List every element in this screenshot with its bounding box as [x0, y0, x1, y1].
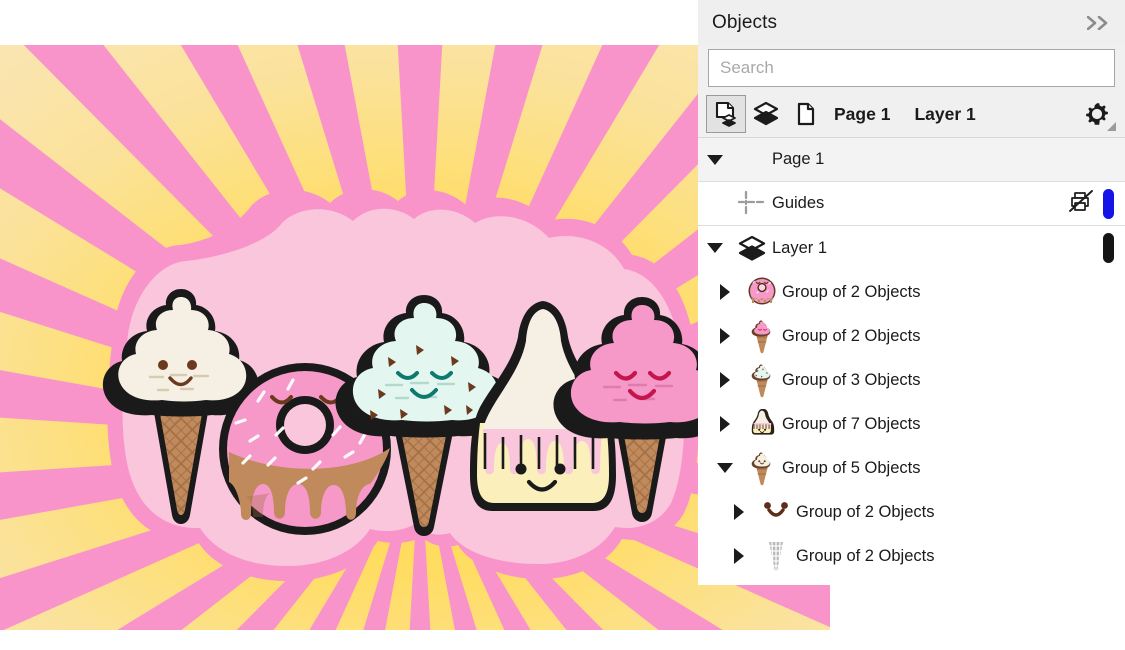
object-tree[interactable]: Page 1 Guides Layer 1 Group of 2: [698, 137, 1125, 585]
disclosure-triangle-expanded-icon[interactable]: [698, 243, 732, 253]
layers-icon[interactable]: [746, 95, 786, 133]
tree-row[interactable]: Group of 2 Objects: [698, 534, 1125, 578]
page-and-layers-icon[interactable]: [706, 95, 746, 133]
tree-row[interactable]: Layer 1: [698, 226, 1125, 270]
disclosure-triangle-expanded-icon[interactable]: [698, 155, 732, 165]
tree-row-label: Guides: [772, 194, 824, 213]
disclosure-triangle-collapsed-icon[interactable]: [722, 548, 756, 564]
thumb-cone-cream: [747, 449, 777, 487]
tree-row[interactable]: Group of 3 Objects: [698, 358, 1125, 402]
guides-icon: [737, 189, 767, 219]
tree-row-label: Page 1: [772, 150, 824, 169]
page-icon[interactable]: [786, 95, 826, 133]
tree-row-label: Group of 2 Objects: [782, 283, 921, 302]
thumb-waffle: [756, 539, 796, 573]
search-row: [698, 46, 1125, 91]
tree-row[interactable]: Group of 2 Objects: [698, 270, 1125, 314]
thumb-cone-pink: [742, 317, 782, 355]
disclosure-triangle-expanded-icon[interactable]: [708, 463, 742, 473]
tree-row[interactable]: Group of 7 Objects: [698, 402, 1125, 446]
tree-row-controls: [1068, 189, 1125, 219]
no-print-icon[interactable]: [1068, 189, 1094, 218]
panel-title: Objects: [712, 12, 777, 34]
tree-row-label: Group of 7 Objects: [782, 415, 921, 434]
options-dropdown-corner-icon: [1107, 122, 1116, 131]
color-swatch[interactable]: [1103, 189, 1114, 219]
objects-panel: Objects: [698, 0, 1125, 585]
gear-icon[interactable]: [1077, 95, 1117, 133]
thumb-cone-pink: [747, 317, 777, 355]
disclosure-triangle-collapsed-icon[interactable]: [708, 416, 742, 432]
disclosure-triangle-collapsed-icon[interactable]: [708, 328, 742, 344]
tree-row[interactable]: Page 1: [698, 138, 1125, 182]
thumb-cake: [747, 406, 777, 442]
tree-row-controls: [1103, 233, 1125, 263]
toolbar-layer-label: Layer 1: [914, 104, 975, 125]
thumb-cone-mint: [747, 361, 777, 399]
layers-icon: [732, 234, 772, 262]
search-input[interactable]: [708, 49, 1115, 87]
thumb-face: [759, 499, 793, 525]
thumb-face: [756, 499, 796, 525]
tree-row[interactable]: Group of 5 Objects: [698, 446, 1125, 490]
disclosure-triangle-collapsed-icon[interactable]: [708, 284, 742, 300]
thumb-waffle: [763, 539, 789, 573]
tree-row[interactable]: Group of 2 Objects: [698, 314, 1125, 358]
color-swatch[interactable]: [1103, 233, 1114, 263]
guides-icon: [732, 189, 772, 219]
tree-row-label: Group of 2 Objects: [782, 327, 921, 346]
tree-row-label: Layer 1: [772, 239, 827, 258]
tree-row-label: Group of 2 Objects: [796, 503, 935, 522]
toolbar-page-label: Page 1: [834, 104, 890, 125]
thumb-cone-cream: [742, 449, 782, 487]
tree-row-label: Group of 2 Objects: [796, 547, 935, 566]
thumb-cake: [742, 406, 782, 442]
thumb-donut: [742, 274, 782, 310]
thumb-donut: [745, 274, 779, 310]
tree-row[interactable]: Group of 2 Objects: [698, 490, 1125, 534]
panel-toolbar: Page 1 Layer 1: [698, 91, 1125, 137]
layers-icon: [737, 234, 767, 262]
thumb-cone-mint: [742, 361, 782, 399]
disclosure-triangle-collapsed-icon[interactable]: [722, 504, 756, 520]
tree-row[interactable]: Guides: [698, 182, 1125, 226]
double-chevron-right-icon[interactable]: [1087, 16, 1113, 30]
panel-header: Objects: [698, 0, 1125, 46]
tree-row-label: Group of 5 Objects: [782, 459, 921, 478]
tree-row-label: Group of 3 Objects: [782, 371, 921, 390]
disclosure-triangle-collapsed-icon[interactable]: [708, 372, 742, 388]
